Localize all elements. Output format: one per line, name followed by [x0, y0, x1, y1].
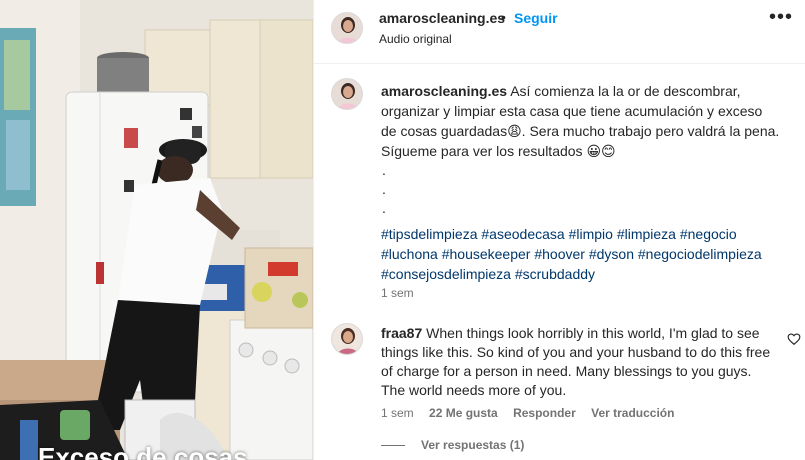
- like-heart-icon[interactable]: [787, 332, 801, 346]
- audio-label[interactable]: Audio original: [379, 32, 452, 46]
- commenter-username[interactable]: fraa87: [381, 325, 422, 341]
- commenter-avatar[interactable]: [331, 323, 363, 355]
- caption-dot-line: .: [382, 200, 386, 216]
- hashtag-link[interactable]: #limpieza: [617, 226, 676, 242]
- post-details-panel: amaroscleaning.es • Seguir Audio origina…: [313, 0, 805, 460]
- hashtag-link[interactable]: #negociodelimpieza: [638, 246, 762, 262]
- video-overlay-text: Exceso de cosas: [38, 442, 248, 460]
- comment-text: When things look horribly in this world,…: [381, 325, 771, 398]
- caption-username[interactable]: amaroscleaning.es: [381, 83, 507, 99]
- caption-dot-line: .: [382, 162, 386, 178]
- caption-text-block: amaroscleaning.es Así comienza la la or …: [381, 81, 781, 284]
- hashtag-link[interactable]: #aseodecasa: [481, 226, 564, 242]
- caption-dot-line: .: [382, 181, 386, 197]
- follow-button[interactable]: Seguir: [514, 10, 558, 26]
- translate-button[interactable]: Ver traducción: [591, 406, 674, 420]
- kitchen-scene-image: [0, 0, 313, 460]
- author-username[interactable]: amaroscleaning.es: [379, 10, 505, 26]
- ellipsis-icon[interactable]: •••: [769, 7, 793, 27]
- view-replies-label: Ver respuestas (1): [421, 438, 525, 452]
- hashtag-link[interactable]: #consejosdelimpieza: [381, 266, 511, 282]
- hashtag-link[interactable]: #scrubdaddy: [515, 266, 595, 282]
- avatar-image: [332, 13, 362, 43]
- hashtag-list: #tipsdelimpieza #aseodecasa #limpio #lim…: [381, 224, 781, 284]
- post-media[interactable]: Exceso de cosas: [0, 0, 313, 460]
- replies-divider: [381, 445, 405, 447]
- caption-timestamp[interactable]: 1 sem: [381, 286, 414, 300]
- caption-author-avatar[interactable]: [331, 78, 363, 110]
- comment-likes[interactable]: 22 Me gusta: [429, 406, 498, 420]
- hashtag-link[interactable]: #tipsdelimpieza: [381, 226, 478, 242]
- hashtag-link[interactable]: #negocio: [680, 226, 737, 242]
- view-replies-button[interactable]: Ver respuestas (1): [381, 438, 524, 452]
- comment-timestamp[interactable]: 1 sem: [381, 406, 414, 420]
- hashtag-link[interactable]: #limpio: [569, 226, 613, 242]
- hashtag-link[interactable]: #hoover: [534, 246, 585, 262]
- avatar-image: [332, 324, 362, 354]
- avatar-image: [332, 79, 362, 109]
- reply-button[interactable]: Responder: [513, 406, 576, 420]
- author-avatar[interactable]: [331, 12, 363, 44]
- hashtag-link[interactable]: #dyson: [589, 246, 634, 262]
- comment-text-block: fraa87 When things look horribly in this…: [381, 324, 776, 400]
- post-header: amaroscleaning.es • Seguir Audio origina…: [314, 0, 805, 64]
- hashtag-link[interactable]: #housekeeper: [442, 246, 531, 262]
- comment-meta: 1 sem 22 Me gusta Responder Ver traducci…: [381, 406, 686, 420]
- hashtag-link[interactable]: #luchona: [381, 246, 438, 262]
- separator-dot: •: [501, 9, 506, 25]
